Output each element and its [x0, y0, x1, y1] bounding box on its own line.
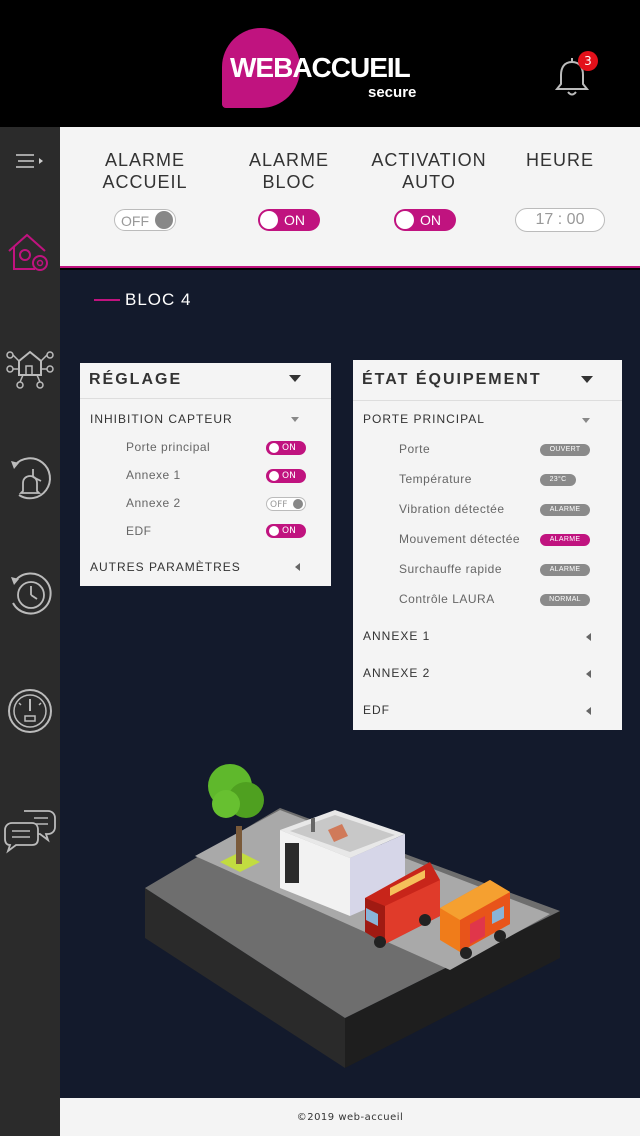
toggle-state-label: ON — [282, 443, 296, 453]
alarm-history-icon — [11, 457, 51, 500]
status-badge: ALARME — [540, 564, 590, 576]
etat-row-label: Température — [399, 472, 472, 486]
heure-label-text: HEURE — [525, 150, 594, 170]
bloc-title-accent — [94, 299, 120, 301]
divider — [80, 398, 331, 399]
porte-principal-section[interactable]: PORTE PRINCIPAL — [363, 412, 485, 426]
toggle-state-label: ON — [284, 212, 305, 228]
etat-row-label: Porte — [399, 442, 431, 456]
etat-title: ÉTAT ÉQUIPEMENT — [362, 371, 542, 388]
toggle-knob — [396, 211, 414, 229]
heure-label: HEURE — [515, 149, 605, 171]
activation-auto-label: ACTIVATION AUTO — [367, 149, 491, 193]
toggle-knob — [269, 526, 279, 536]
etat-collapse-caret[interactable] — [581, 376, 593, 383]
status-badge: NORMAL — [540, 594, 590, 606]
heure-time-field[interactable]: 17 : 00 — [515, 208, 605, 232]
toggle-knob — [155, 211, 173, 229]
activation-auto-toggle[interactable]: ON — [394, 209, 456, 231]
control-bar: ALARME ACCUEIL ALARME BLOC ACTIVATION AU… — [60, 127, 640, 268]
annexe-2-section[interactable]: ANNEXE 2 — [363, 666, 430, 680]
sidebar-item-alarm-history[interactable] — [0, 453, 60, 505]
edf-section[interactable]: EDF — [363, 703, 390, 717]
divider — [353, 400, 622, 401]
bloc-title: BLOC 4 — [125, 290, 192, 309]
alarme-accueil-label: ALARME ACCUEIL — [100, 149, 190, 193]
reglage-row-label: Porte principal — [126, 440, 211, 454]
sidebar-item-gauge[interactable] — [0, 685, 60, 737]
annexe-1-section[interactable]: ANNEXE 1 — [363, 629, 430, 643]
status-badge: 23°C — [540, 474, 576, 486]
sidebar-item-home-settings[interactable] — [0, 227, 60, 277]
footer: ©2019 web-accueil — [60, 1098, 640, 1136]
toggle-state-label: ON — [282, 526, 296, 536]
sidebar-item-network[interactable] — [0, 341, 60, 391]
toggle-knob — [269, 471, 279, 481]
network-home-icon — [6, 350, 54, 389]
menu-expand-icon — [16, 154, 43, 168]
etat-row-label: Surchauffe rapide — [399, 562, 503, 576]
home-gear-icon — [8, 233, 48, 271]
reglage-row-label: Annexe 1 — [126, 468, 181, 482]
alarme-accueil-toggle[interactable]: OFF — [114, 209, 176, 231]
toggle-state-label: ON — [282, 471, 296, 481]
porte-principal-toggle[interactable]: ON — [266, 441, 306, 455]
reglage-panel: RÉGLAGE INHIBITION CAPTEUR Porte princip… — [80, 363, 331, 586]
annexe-1-caret[interactable] — [586, 633, 591, 641]
toggle-state-label: OFF — [121, 213, 149, 229]
etat-row-label: Vibration détectée — [399, 502, 505, 516]
inhibition-capteur-caret[interactable] — [291, 417, 299, 422]
toggle-knob — [269, 443, 279, 453]
sidebar — [0, 127, 60, 1136]
logo-subtext: secure — [368, 84, 417, 101]
inhibition-capteur-section[interactable]: INHIBITION CAPTEUR — [90, 412, 233, 426]
main-content: BLOC 4 RÉGLAGE INHIBITION CAPTEUR Porte … — [60, 270, 640, 1098]
chat-icon — [4, 810, 56, 854]
activation-auto-label-line1: ACTIVATION — [371, 150, 487, 170]
etat-equipement-panel: ÉTAT ÉQUIPEMENT PORTE PRINCIPAL Porte OU… — [353, 360, 622, 730]
notification-badge: 3 — [578, 51, 598, 71]
web-accueil-logo[interactable]: WEBACCUEIL secure — [222, 28, 422, 108]
annexe-2-caret[interactable] — [586, 670, 591, 678]
alarme-bloc-label-line2: BLOC — [262, 172, 316, 192]
reglage-collapse-caret[interactable] — [289, 375, 301, 382]
toggle-state-label: ON — [420, 212, 441, 228]
status-badge: ALARME — [540, 504, 590, 516]
bloc-isometric-scene — [145, 764, 560, 1068]
toggle-state-label: OFF — [270, 500, 288, 510]
reglage-title: RÉGLAGE — [89, 371, 183, 388]
annexe-2-toggle[interactable]: OFF — [266, 497, 306, 511]
etat-row-label: Mouvement détectée — [399, 532, 521, 546]
status-badge-alert: ALARME — [540, 534, 590, 546]
gauge-icon — [8, 689, 52, 733]
app-header: WEBACCUEIL secure 3 — [0, 0, 640, 127]
sidebar-item-chat[interactable] — [0, 803, 60, 855]
autres-parametres-section[interactable]: AUTRES PARAMÈTRES — [90, 560, 241, 574]
alarme-accueil-label-line1: ALARME — [104, 150, 186, 170]
sidebar-item-clock-history[interactable] — [0, 569, 60, 621]
alarme-bloc-toggle[interactable]: ON — [258, 209, 320, 231]
logo-text: WEBACCUEIL — [230, 52, 411, 83]
etat-row-label: Contrôle LAURA — [399, 592, 495, 606]
sidebar-menu-toggle[interactable] — [0, 151, 60, 171]
reglage-row-label: EDF — [126, 524, 152, 538]
edf-toggle[interactable]: ON — [266, 524, 306, 538]
edf-caret[interactable] — [586, 707, 591, 715]
reglage-row-label: Annexe 2 — [126, 496, 181, 510]
clock-history-icon — [11, 572, 52, 615]
toggle-knob — [260, 211, 278, 229]
alarme-bloc-label: ALARME BLOC — [244, 149, 334, 193]
alarme-accueil-label-line2: ACCUEIL — [102, 172, 188, 192]
toggle-knob — [293, 499, 303, 509]
annexe-1-toggle[interactable]: ON — [266, 469, 306, 483]
autres-parametres-caret[interactable] — [295, 563, 300, 571]
status-badge: OUVERT — [540, 444, 590, 456]
activation-auto-label-line2: AUTO — [402, 172, 456, 192]
alarme-bloc-label-line1: ALARME — [248, 150, 330, 170]
porte-principal-caret[interactable] — [582, 418, 590, 423]
